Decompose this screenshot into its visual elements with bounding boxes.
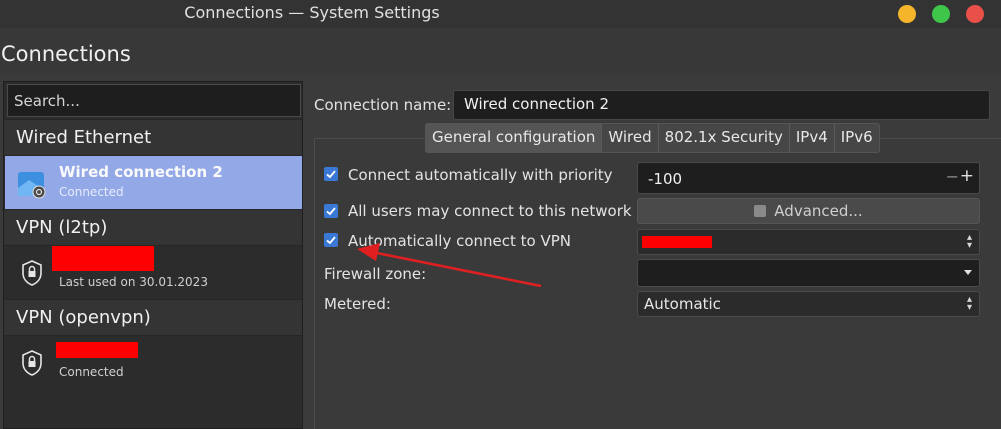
network-wired-icon	[18, 172, 46, 199]
close-button[interactable]	[966, 5, 984, 23]
redaction-box	[56, 342, 138, 358]
priority-spinbox[interactable]: -100 − +	[637, 162, 980, 194]
all-users-checkbox[interactable]	[324, 204, 338, 218]
vpn-select[interactable]: ▴ ▾	[637, 229, 980, 255]
tab-wired[interactable]: Wired	[602, 124, 659, 152]
group-header-label: VPN (l2tp)	[16, 217, 108, 238]
auto-connect-checkbox[interactable]	[324, 167, 338, 181]
advanced-button[interactable]: Advanced...	[637, 198, 980, 224]
dropdown-arrow-icon	[964, 270, 972, 275]
checkmark-icon	[326, 170, 336, 179]
group-header-label: Wired Ethernet	[16, 127, 152, 148]
tab-ipv4[interactable]: IPv4	[790, 124, 835, 152]
search-input[interactable]	[7, 84, 301, 117]
tab-8021x-security[interactable]: 802.1x Security	[659, 124, 790, 152]
redaction-box	[642, 236, 712, 248]
page-header: Connections	[0, 28, 1001, 73]
decrement-icon[interactable]: −	[946, 167, 959, 186]
checkmark-icon	[326, 207, 336, 216]
maximize-button[interactable]	[932, 5, 950, 23]
metered-select[interactable]: Automatic ▴ ▾	[637, 291, 980, 317]
checkmark-icon	[326, 236, 336, 245]
firewall-zone-select[interactable]	[637, 259, 980, 287]
connections-sidebar: Wired Ethernet Wired connection 2 Connec…	[3, 81, 303, 429]
window-title: Connections — System Settings	[184, 3, 440, 22]
title-bar: Connections — System Settings	[0, 0, 1001, 28]
redaction-box	[52, 246, 154, 271]
page-title: Connections	[1, 42, 131, 66]
increment-icon[interactable]: +	[960, 166, 974, 186]
firewall-zone-label: Firewall zone:	[324, 265, 427, 283]
connection-item-wired-connection-2[interactable]: Wired connection 2 Connected	[5, 156, 302, 209]
auto-vpn-label: Automatically connect to VPN	[348, 232, 572, 250]
tab-bar: General configuration Wired 802.1x Secur…	[425, 123, 880, 153]
metered-value: Automatic	[644, 295, 721, 313]
vpn-shield-icon	[22, 260, 42, 286]
auto-connect-label: Connect automatically with priority	[348, 166, 613, 184]
tab-ipv6[interactable]: IPv6	[835, 124, 879, 152]
connection-item-vpn-openvpn[interactable]: Connected	[5, 336, 302, 389]
tab-general-configuration[interactable]: General configuration	[426, 124, 603, 152]
connection-status: Connected	[59, 365, 124, 379]
user-icon	[754, 205, 767, 217]
updown-arrows-icon: ▴ ▾	[966, 232, 972, 251]
group-header-vpn-l2tp: VPN (l2tp)	[4, 209, 302, 246]
group-header-vpn-openvpn: VPN (openvpn)	[4, 299, 302, 336]
auto-vpn-checkbox[interactable]	[324, 233, 338, 247]
connection-status: Connected	[59, 185, 124, 199]
minimize-button[interactable]	[898, 5, 916, 23]
advanced-button-label: Advanced...	[774, 202, 863, 220]
vpn-shield-icon	[22, 350, 42, 376]
priority-value: -100	[648, 170, 683, 188]
updown-arrows-icon: ▴ ▾	[966, 294, 972, 313]
group-header-label: VPN (openvpn)	[16, 307, 151, 328]
all-users-label: All users may connect to this network	[348, 202, 632, 220]
connection-name-input[interactable]: Wired connection 2	[453, 90, 990, 120]
connection-status: Last used on 30.01.2023	[59, 275, 208, 289]
group-header-wired-ethernet: Wired Ethernet	[4, 119, 302, 156]
metered-label: Metered:	[324, 295, 391, 313]
connection-item-vpn-l2tp[interactable]: Last used on 30.01.2023	[5, 246, 302, 299]
connection-name-label: Connection name:	[314, 96, 452, 114]
connection-name: Wired connection 2	[59, 163, 223, 181]
